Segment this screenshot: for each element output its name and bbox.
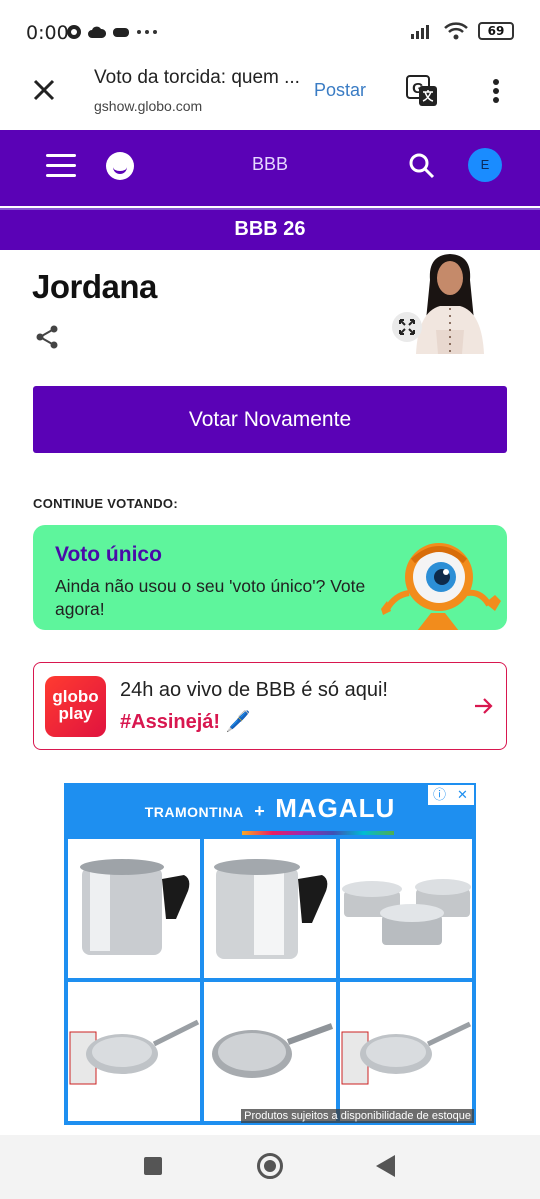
translate-icon[interactable]: G xyxy=(405,74,439,108)
recents-button[interactable] xyxy=(144,1157,162,1175)
gamepad-icon xyxy=(113,28,129,37)
frying-pan-image xyxy=(212,1023,334,1078)
globoplay-text: 24h ao vivo de BBB é só aqui! xyxy=(120,679,388,701)
section-title[interactable]: BBB 26 xyxy=(0,208,540,250)
battery-indicator: 69 xyxy=(478,22,514,40)
single-vote-card[interactable]: Voto único Ainda não usou o seu 'voto ún… xyxy=(33,525,507,630)
wifi-icon xyxy=(444,22,468,40)
expand-photo-button[interactable] xyxy=(392,312,422,342)
continue-voting-label: CONTINUE VOTANDO: xyxy=(33,496,178,511)
header-title[interactable]: BBB xyxy=(0,154,540,175)
ad-rainbow-bar xyxy=(242,831,394,835)
frying-pan-image xyxy=(341,1021,472,1085)
close-icon[interactable] xyxy=(30,76,58,104)
eye-mascot-illustration xyxy=(381,543,501,630)
ad-product-cookware-set[interactable] xyxy=(340,839,472,978)
single-vote-description: Ainda não usou o seu 'voto único'? Vote … xyxy=(55,576,366,619)
ad-close-icon[interactable]: ✕ xyxy=(451,785,474,805)
browser-toolbar: Voto da torcida: quem ... gshow.globo.co… xyxy=(0,62,540,130)
more-notifications-icon xyxy=(137,30,157,34)
ad-banner[interactable]: TRAMONTINA + MAGALU ⓘ ✕ Produtos sujeito… xyxy=(64,783,476,1125)
ad-product-frying-pan-boxed-2[interactable] xyxy=(340,982,472,1121)
frying-pan-image xyxy=(69,1019,200,1085)
milk-pot-image xyxy=(80,859,190,955)
system-nav-bar xyxy=(0,1135,540,1199)
ad-brand: TRAMONTINA + MAGALU xyxy=(64,793,476,824)
system-icons: 69 xyxy=(410,22,514,40)
status-bar: 0:00 69 xyxy=(0,0,540,62)
home-button[interactable] xyxy=(257,1153,283,1179)
ad-product-milk-pot-1[interactable] xyxy=(68,839,200,978)
ad-header: TRAMONTINA + MAGALU ⓘ ✕ xyxy=(64,783,476,835)
status-time: 0:00 xyxy=(26,22,69,44)
more-vert-icon[interactable] xyxy=(484,76,508,106)
cloud-icon xyxy=(88,26,106,38)
globoplay-logo: globo play xyxy=(45,676,106,737)
cookware-set-image xyxy=(342,879,471,945)
ad-product-frying-pan-boxed[interactable] xyxy=(68,982,200,1121)
expand-icon xyxy=(399,319,415,335)
ad-choices[interactable]: ⓘ ✕ xyxy=(428,785,474,805)
search-icon[interactable] xyxy=(408,152,436,180)
ad-product-grid xyxy=(68,839,472,1121)
adchoices-icon[interactable]: ⓘ xyxy=(428,785,451,805)
notification-icons xyxy=(66,24,158,40)
soccer-ball-icon xyxy=(67,25,81,39)
ad-product-frying-pan[interactable] xyxy=(204,982,336,1121)
page-url: gshow.globo.com xyxy=(94,98,203,114)
globoplay-cta: #Assinejá! 🖊️ xyxy=(120,711,251,733)
user-avatar[interactable]: E xyxy=(468,148,502,182)
globoplay-banner[interactable]: globo play 24h ao vivo de BBB é só aqui!… xyxy=(33,662,507,750)
post-button[interactable]: Postar xyxy=(314,80,366,101)
ad-brand-magalu: MAGALU xyxy=(275,793,396,823)
ad-brand-plus: + xyxy=(254,801,265,821)
share-icon[interactable] xyxy=(34,324,60,350)
site-header: BBB E xyxy=(0,130,540,206)
ad-disclaimer: Produtos sujeitos a disponibilidade de e… xyxy=(241,1109,474,1123)
milk-pot-image xyxy=(214,859,328,959)
vote-again-button[interactable]: Votar Novamente xyxy=(33,386,507,453)
signal-icon xyxy=(411,25,429,39)
back-button[interactable] xyxy=(376,1155,395,1177)
arrow-right-icon[interactable] xyxy=(472,695,494,717)
globoplay-logo-line2: play xyxy=(58,704,93,723)
ad-brand-tramontina: TRAMONTINA xyxy=(144,804,244,820)
single-vote-title: Voto único xyxy=(55,543,162,566)
page-title: Voto da torcida: quem ... xyxy=(94,67,300,88)
globoplay-logo-line1: globo xyxy=(52,687,99,706)
candidate-name: Jordana xyxy=(32,268,157,305)
ad-product-milk-pot-2[interactable] xyxy=(204,839,336,978)
